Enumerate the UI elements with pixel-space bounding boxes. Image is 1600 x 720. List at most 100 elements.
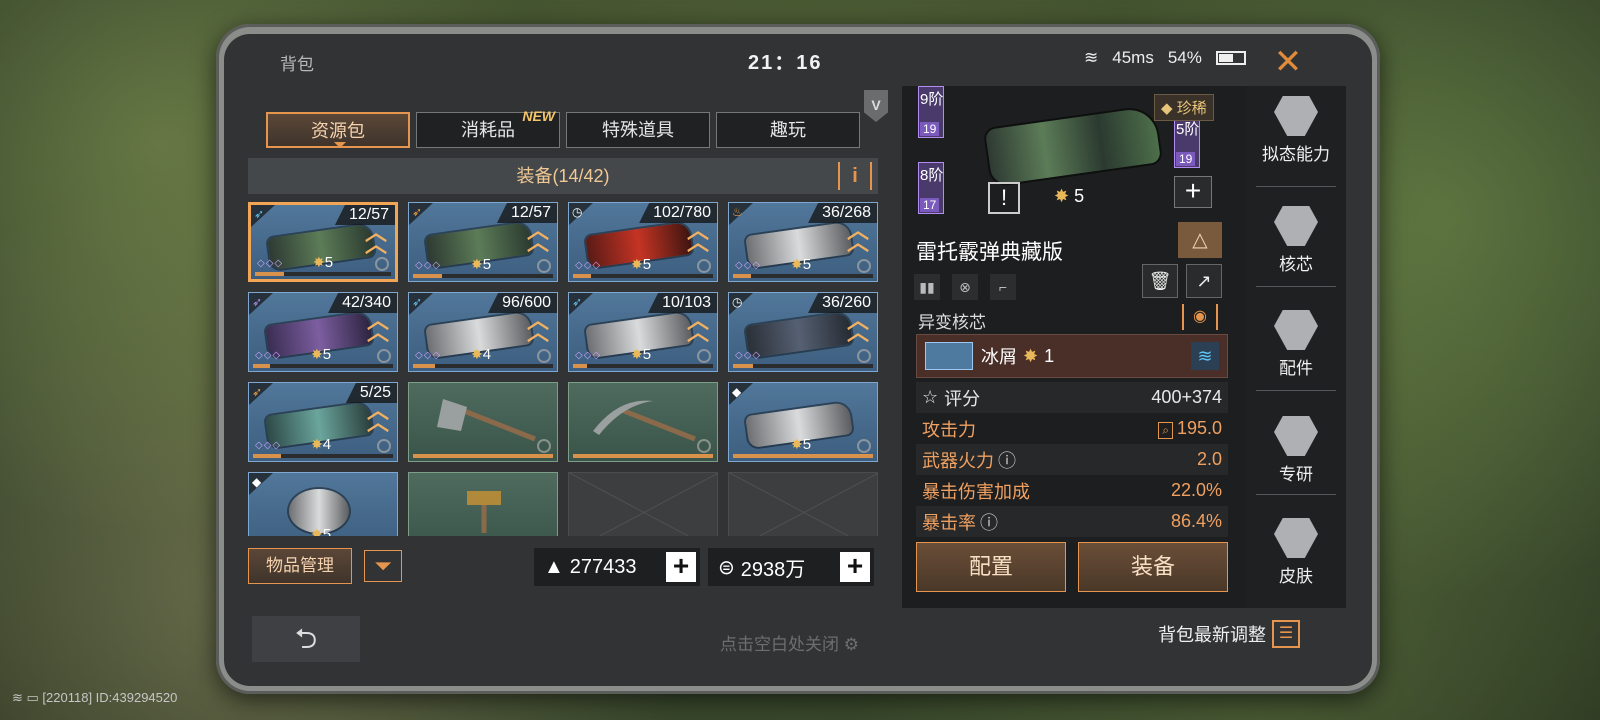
stat-attack: 攻击力 ⌕ 195.0 <box>916 413 1228 444</box>
weapon-icon <box>745 311 853 359</box>
purple-feather-icon: ➶ <box>252 295 263 309</box>
currency-gold: ▲ 277433 + <box>534 548 700 586</box>
gold-feather-icon: ➶ <box>252 385 263 399</box>
gear-icon: ⚙ <box>843 635 859 654</box>
stat-score: ☆ 评分 400+374 <box>916 382 1228 413</box>
back-button[interactable]: ⮌ <box>252 616 360 662</box>
equipment-slot[interactable]: ◆ ✸5 <box>248 472 398 536</box>
equipment-slot[interactable]: ◷ 36/260 ︿ ︿ ◇◇◇ <box>728 292 878 372</box>
tier-label: 9阶 <box>920 91 944 108</box>
core-row[interactable]: 冰屑 ✸ 1 ≋ <box>916 334 1228 378</box>
weapon-name: 雷托霰弹典藏版 <box>916 241 1063 264</box>
upgrade-chevron-icon: ︿ ︿ <box>526 218 549 255</box>
stat-firepower: 武器火力 ⓘ 2.0 <box>916 444 1228 475</box>
lock-status-icon <box>377 439 391 453</box>
window-title: 背包 <box>280 55 314 74</box>
star-level: ✸5 <box>311 346 332 363</box>
stat-label: 暴击率 <box>922 512 976 533</box>
timer-icon: ◷ <box>572 205 583 219</box>
tab-resource-pack[interactable]: 资源包 <box>266 112 410 148</box>
upgrade-chevron-icon: ︿ ︿ <box>526 308 549 345</box>
equip-button[interactable]: 装备 <box>1078 542 1228 592</box>
lock-status-icon <box>857 349 871 363</box>
currency-coins: ⊜ 2938万 + <box>708 548 874 586</box>
filter-button[interactable]: ⏷ <box>364 550 402 582</box>
equipment-slot[interactable]: ➶ 42/340 ︿ ︿ ◇◇◇ ✸5 <box>248 292 398 372</box>
info-icon[interactable]: ⓘ <box>998 447 1016 473</box>
equipment-header: 装备(14/42) i <box>248 158 878 194</box>
alert-button[interactable]: ! <box>988 182 1020 214</box>
crosshair-icon: ⊗ <box>952 274 978 300</box>
delete-button[interactable]: 🗑 <box>1142 264 1178 298</box>
stat-value: 400+374 <box>1151 387 1222 407</box>
equipment-slot[interactable]: ◷ 102/780 ︿ ︿ ◇◇◇ ✸5 <box>568 202 718 282</box>
feather-icon: ➶ <box>412 295 423 309</box>
add-attachment-button[interactable]: + <box>1174 176 1212 208</box>
core-thumbnail <box>925 342 973 370</box>
fragment-progress-bar <box>253 454 393 458</box>
battery-icon <box>1215 51 1246 65</box>
equipment-slot[interactable]: ➶ 5/25 ︿ ︿ ◇◇◇ ✸4 <box>248 382 398 462</box>
equipment-count-label: 装备(14/42) <box>516 166 610 186</box>
info-button[interactable]: i <box>838 162 872 190</box>
skin-toggle-button[interactable]: △ <box>1178 222 1222 258</box>
share-button[interactable]: ↗ <box>1186 264 1222 298</box>
yellow-feather-icon: ➶ <box>412 205 423 219</box>
add-coins-button[interactable]: + <box>840 552 870 582</box>
tab-fun[interactable]: 趣玩 <box>716 112 860 148</box>
equipment-slot[interactable]: ♨ 36/268 ︿ ︿ ◇◇◇ ✸5 <box>728 202 878 282</box>
equipment-slot[interactable]: ◆ ✸5 <box>728 382 878 462</box>
diamond-icon: ◆ <box>732 385 742 399</box>
weapon-attribute-icons: ▮▮ ⊗ ⌐ <box>914 274 1016 300</box>
sidebar-item-attachments[interactable]: 配件 <box>1246 310 1346 379</box>
upgrade-chevron-icon: ︿ ︿ <box>846 218 869 255</box>
lock-status-icon <box>375 257 389 271</box>
build-info: [220118] ID:439294520 <box>42 690 178 705</box>
star-level: ✸4 <box>311 436 332 453</box>
sidebar-item-mimic-ability[interactable]: 拟态能力 <box>1246 96 1346 165</box>
sidebar-item-skins[interactable]: 皮肤 <box>1246 518 1346 587</box>
equipment-slot[interactable]: ➶ 96/600 ︿ ︿ ◇◇◇ ✸4 <box>408 292 558 372</box>
preview-core-button[interactable]: ◉ <box>1182 304 1218 330</box>
sidebar-item-core[interactable]: 核芯 <box>1246 206 1346 275</box>
magnify-icon[interactable]: ⌕ <box>1158 422 1173 439</box>
configure-button[interactable]: 配置 <box>916 542 1066 592</box>
clipboard-icon: ☰ <box>1272 620 1300 648</box>
wifi-icon: ≋ ▭ <box>12 690 39 705</box>
item-management-button[interactable]: 物品管理 <box>248 548 352 584</box>
upgrade-chevron-icon: ︿ ︿ <box>366 308 389 345</box>
rarity-diamonds-icon: ◇◇◇ <box>415 350 442 361</box>
sidebar-label: 皮肤 <box>1279 567 1313 586</box>
ice-feather-icon: ≋ <box>1191 342 1219 370</box>
equipment-slot[interactable] <box>568 382 718 462</box>
add-gold-button[interactable]: + <box>666 552 696 582</box>
equipment-slot[interactable]: ➶ 12/57 ︿ ︿ ◇◇◇ ✸5 <box>248 202 398 282</box>
stat-label: 暴击伤害加成 <box>922 481 1030 502</box>
return-arrow-icon: ⮌ <box>294 623 318 654</box>
equipment-slot[interactable] <box>408 382 558 462</box>
core-stars: 1 <box>1044 345 1055 366</box>
tab-special-items[interactable]: 特殊道具 <box>566 112 710 148</box>
gold-bar-icon: ▲ <box>544 555 564 578</box>
sidebar-item-research[interactable]: 专研 <box>1246 416 1346 485</box>
lock-status-icon <box>537 349 551 363</box>
inventory-tabs: 资源包 消耗品 NEW 特殊道具 趣玩 <box>266 108 860 148</box>
tab-consumables[interactable]: 消耗品 NEW <box>416 108 560 148</box>
bag-update-link[interactable]: 背包最新调整 ☰ <box>1158 620 1300 648</box>
wifi-icon: ≋ <box>1084 48 1099 67</box>
lock-status-icon <box>697 259 711 273</box>
tier-level: 19 <box>920 122 940 136</box>
upgrade-chevron-icon: ︿ ︿ <box>846 308 869 345</box>
info-icon[interactable]: ⓘ <box>980 509 998 535</box>
star-level: ✸5 <box>791 256 812 273</box>
drive-icon: △ <box>1192 229 1208 251</box>
equipment-slot[interactable]: ➶ 10/103 ︿ ︿ ◇◇◇ ✸5 <box>568 292 718 372</box>
rarity-diamonds-icon: ◇◇◇ <box>255 440 282 451</box>
hammer-icon <box>429 487 539 533</box>
research-icon <box>1274 416 1318 456</box>
equipment-slot[interactable] <box>408 472 558 536</box>
fragment-progress-bar <box>573 454 713 458</box>
close-button[interactable]: ✕ <box>1268 42 1308 82</box>
equipment-slot[interactable]: ➶ 12/57 ︿ ︿ ◇◇◇ ✸5 <box>408 202 558 282</box>
rarity-diamonds-icon: ◇◇◇ <box>255 350 282 361</box>
